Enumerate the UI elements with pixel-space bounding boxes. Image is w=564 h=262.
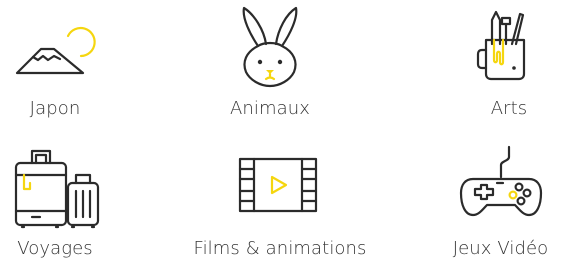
art-supplies-cup-icon	[476, 10, 526, 81]
category-films-animations[interactable]: Films & animations	[150, 131, 410, 262]
game-controller-icon	[459, 145, 543, 217]
category-label: Arts	[490, 98, 528, 119]
category-label: Japon	[29, 98, 81, 119]
film-strip-icon	[238, 157, 318, 213]
category-label: Jeux Vidéo	[452, 238, 549, 259]
luggage-icon	[14, 149, 100, 229]
mount-fuji-icon	[15, 26, 96, 75]
category-jeux-video[interactable]: Jeux Vidéo	[437, 131, 564, 262]
category-animaux[interactable]: Animaux	[208, 0, 332, 131]
category-label: Voyages	[17, 238, 93, 259]
category-voyages[interactable]: Voyages	[0, 131, 110, 262]
rabbit-icon	[242, 6, 298, 88]
category-grid: Japon Animaux Arts Voyages Films & anima…	[0, 0, 564, 262]
category-label: Films & animations	[193, 238, 367, 259]
category-label: Animaux	[229, 98, 311, 119]
category-arts[interactable]: Arts	[454, 0, 564, 131]
category-japon[interactable]: Japon	[0, 0, 110, 131]
